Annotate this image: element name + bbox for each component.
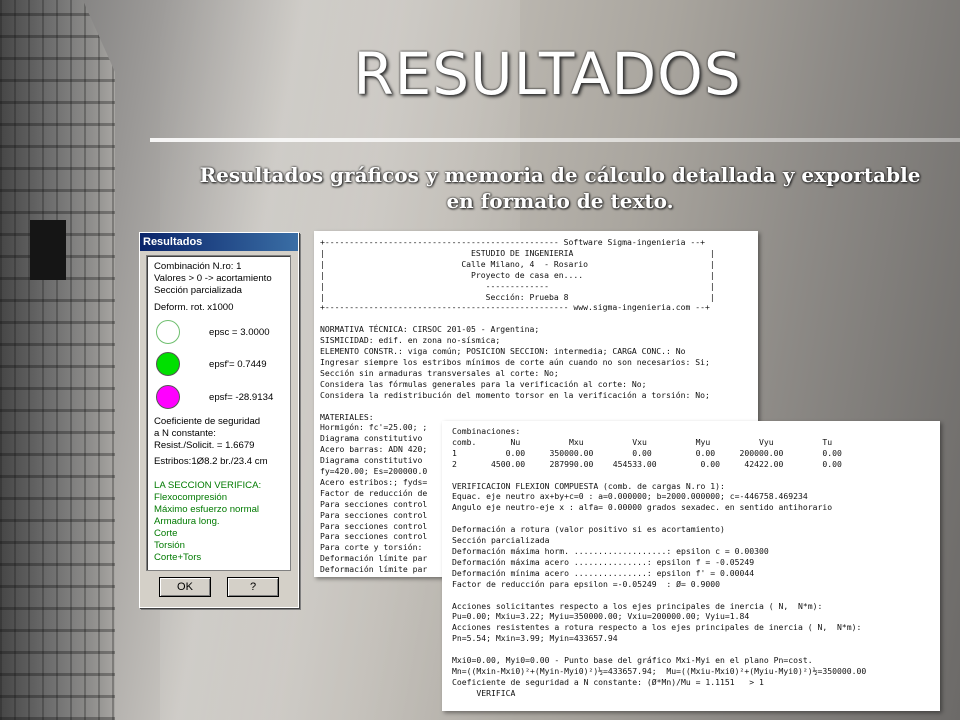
- report-line: Equac. eje neutro ax+by+c=0 : a=0.000000…: [452, 491, 808, 502]
- title-divider: [150, 138, 960, 142]
- results-dialog: Resultados Combinación N.ro: 1 Valores >…: [139, 232, 299, 608]
- epsc-circle-icon: [156, 320, 180, 344]
- results-panel: Combinación N.ro: 1 Valores > 0 -> acort…: [146, 255, 291, 571]
- slide-title: RESULTADOS: [353, 40, 742, 108]
- report-line: Hormigón: fc'=25.00; ;: [320, 422, 428, 433]
- report-line: 1 0.00 350000.00 0.00 0.00 200000.00 0.0…: [452, 447, 842, 458]
- combination-label: Combinación N.ro: 1: [154, 261, 242, 272]
- report-line: Para corte y torsión:: [320, 542, 423, 553]
- report-line: Coeficiente de seguridad a N constante: …: [452, 676, 764, 687]
- check-item: Corte: [154, 528, 178, 539]
- ok-button[interactable]: OK: [159, 577, 211, 597]
- report-line: Acciones resistentes a rotura respecto a…: [452, 622, 862, 633]
- report-line: Para secciones control: [320, 531, 428, 542]
- report-line: Ingresar siempre los estribos mínimos de…: [320, 356, 710, 367]
- report-line: VERIFICACION FLEXION COMPUESTA (comb. de…: [452, 480, 725, 491]
- report-line: Acero estribos:; fyds=: [320, 476, 428, 487]
- report-line: Deformación máxima horm. ...............…: [452, 545, 769, 556]
- report-line: VERIFICA: [452, 687, 516, 698]
- report-line: fy=420.00; Es=200000.0: [320, 466, 428, 477]
- coef-label-2: a N constante:: [154, 428, 216, 439]
- report-line: | Proyecto de casa en.... |: [320, 269, 715, 280]
- report-line: Mxi0=0.00, Myi0=0.00 - Punto base del gr…: [452, 655, 813, 666]
- report-line: +---------------------------------------…: [320, 237, 705, 247]
- epsc-value: epsc = 3.0000: [209, 327, 270, 338]
- report-line: Deformación a rotura (valor positivo si …: [452, 524, 725, 535]
- report-line: comb. Nu Mxu Vxu Myu Vyu Tu: [452, 436, 833, 447]
- epsf-circle-icon: [156, 385, 180, 409]
- report-line: | ESTUDIO DE INGENIERIA |: [320, 247, 715, 258]
- report-line: Considera las fórmulas generales para la…: [320, 378, 647, 389]
- report-line: | Sección: Prueba 8 |: [320, 291, 715, 302]
- report-line: Factor de reducción para epsilon =-0.052…: [452, 578, 721, 589]
- check-item: Máximo esfuerzo normal: [154, 504, 260, 515]
- values-note: Valores > 0 -> acortamiento: [154, 273, 272, 284]
- verifica-title: LA SECCION VERIFICA:: [154, 480, 262, 491]
- report-verification-text: Combinaciones: comb. Nu Mxu Vxu Myu Vyu …: [452, 426, 940, 699]
- report-line: Para secciones control: [320, 520, 428, 531]
- report-line: | ------------- |: [320, 280, 715, 291]
- report-line: Deformación máxima acero ...............…: [452, 556, 755, 567]
- estribos-value: Estribos:1Ø8.2 br./23.4 cm: [154, 456, 268, 467]
- report-line: Diagrama constitutivo: [320, 433, 423, 444]
- report-line: | Calle Milano, 4 - Rosario |: [320, 258, 715, 269]
- check-item: Torsión: [154, 540, 185, 551]
- report-line: Angulo eje neutro-eje x : alfa= 0.00000 …: [452, 502, 833, 513]
- epsf-prime-value: epsf'= 0.7449: [209, 359, 267, 370]
- coef-value: Resist./Solicit. = 1.6679: [154, 440, 255, 451]
- check-item: Flexocompresión: [154, 492, 228, 503]
- report-line: Acciones solicitantes respecto a los eje…: [452, 600, 823, 611]
- report-line: Acero barras: ADN 420;: [320, 444, 428, 455]
- report-line: Combinaciones:: [452, 426, 521, 436]
- report-line: Deformación límite par: [320, 553, 428, 564]
- help-button[interactable]: ?: [227, 577, 279, 597]
- deform-label: Deform. rot. x1000: [154, 302, 234, 313]
- building-photo: [0, 0, 115, 720]
- report-line: Pn=5.54; Mxin=3.99; Myin=433657.94: [452, 633, 618, 644]
- report-verification-window: Combinaciones: comb. Nu Mxu Vxu Myu Vyu …: [442, 421, 940, 711]
- report-line: +---------------------------------------…: [320, 302, 710, 313]
- report-line: Pu=0.00; Mxiu=3.22; Myiu=350000.00; Vxiu…: [452, 611, 750, 622]
- slide-subtitle: Resultados gráficos y memoria de cálculo…: [199, 163, 921, 213]
- report-line: Sección parcializada: [452, 535, 550, 546]
- check-item: Corte+Tors: [154, 552, 202, 563]
- report-line: Considera la redistribución del momento …: [320, 389, 710, 400]
- coef-label-1: Coeficiente de seguridad: [154, 416, 261, 427]
- report-line: MATERIALES:: [320, 411, 374, 422]
- report-line: Sección sin armaduras transversales al c…: [320, 367, 559, 378]
- report-line: ELEMENTO CONSTR.: viga común; POSICION S…: [320, 346, 686, 357]
- report-line: Diagrama constitutivo: [320, 455, 423, 466]
- report-line: Deformación límite par: [320, 564, 428, 575]
- building-window: [30, 220, 66, 280]
- epsf-value: epsf= -28.9134: [209, 392, 274, 403]
- report-line: NORMATIVA TÉCNICA: CIRSOC 201-05 - Argen…: [320, 324, 540, 335]
- report-line: SISMICIDAD: edif. en zona no-sísmica;: [320, 335, 501, 346]
- report-line: Deformación mínima acero ...............…: [452, 567, 755, 578]
- check-item: Armadura long.: [154, 516, 220, 527]
- report-line: Factor de reducción de: [320, 487, 428, 498]
- report-line: Mn=((Mxin-Mxi0)²+(Myin-Myi0)²)½=433657.9…: [452, 665, 867, 676]
- section-state: Sección parcializada: [154, 285, 242, 296]
- epsf-prime-circle-icon: [156, 352, 180, 376]
- report-line: 2 4500.00 287990.00 454533.00 0.00 42422…: [452, 458, 842, 469]
- report-line: Para secciones control: [320, 509, 428, 520]
- report-line: Para secciones control: [320, 498, 428, 509]
- dialog-title: Resultados: [140, 233, 298, 251]
